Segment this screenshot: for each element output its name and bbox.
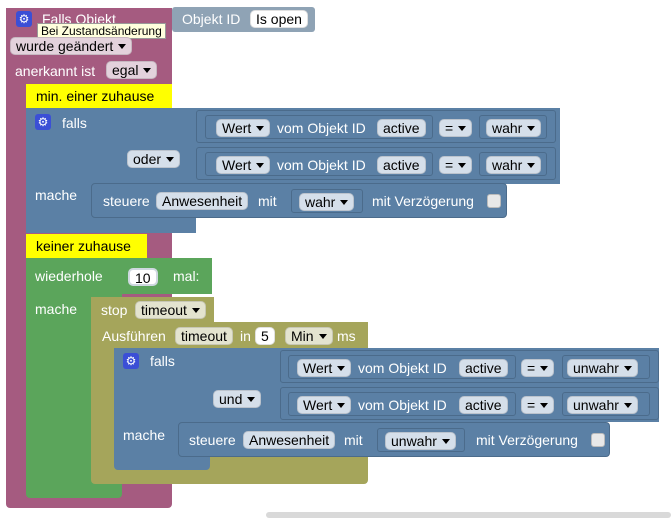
bool-dropdown[interactable]: unwahr bbox=[567, 359, 638, 377]
steuere-label: steuere bbox=[189, 432, 236, 448]
mit-label: mit bbox=[344, 432, 363, 448]
mache-label: mache bbox=[35, 301, 78, 317]
object-id-field[interactable]: active bbox=[377, 156, 426, 174]
operator-dropdown[interactable]: = bbox=[439, 156, 473, 174]
bool-dropdown[interactable]: wahr bbox=[299, 193, 355, 211]
objid-value-field[interactable]: Is open bbox=[250, 10, 308, 28]
mache-label: mache bbox=[35, 187, 78, 203]
vom-objekt-label: vom Objekt ID bbox=[277, 157, 366, 173]
falls-label: falls bbox=[62, 115, 87, 131]
object-id-field[interactable]: active bbox=[459, 359, 508, 377]
delay-value-field[interactable]: 5 bbox=[255, 327, 275, 345]
gear-icon[interactable]: ⚙ bbox=[35, 114, 51, 130]
exec-label: Ausführen bbox=[102, 328, 166, 344]
stop-label: stop bbox=[101, 302, 128, 318]
comment-1-text: min. einer zuhause bbox=[36, 88, 155, 104]
trigger-changed-dropdown[interactable]: wurde geändert bbox=[10, 37, 133, 55]
ms-label: ms bbox=[337, 328, 356, 344]
vom-objekt-label: vom Objekt ID bbox=[358, 397, 447, 413]
vom-objekt-label: vom Objekt ID bbox=[358, 360, 447, 376]
delay-label: mit Verzögerung bbox=[372, 193, 474, 209]
objid-label: Objekt ID bbox=[182, 11, 241, 27]
state-name-field[interactable]: Anwesenheit bbox=[243, 431, 336, 449]
gear-icon[interactable]: ⚙ bbox=[123, 353, 139, 369]
delay-label: mit Verzögerung bbox=[476, 432, 578, 448]
ack-dropdown[interactable]: egal bbox=[106, 61, 158, 79]
horizontal-scrollbar[interactable] bbox=[266, 512, 671, 518]
object-id-field[interactable]: active bbox=[459, 396, 508, 414]
operator-dropdown[interactable]: = bbox=[439, 119, 473, 137]
wert-dropdown[interactable]: Wert bbox=[297, 396, 352, 414]
repeat-label: wiederhole bbox=[35, 268, 103, 284]
falls-label: falls bbox=[150, 353, 175, 369]
repeat-suffix: mal: bbox=[173, 268, 200, 284]
repeat-count-field[interactable]: 10 bbox=[128, 268, 158, 286]
wert-dropdown[interactable]: Wert bbox=[216, 156, 271, 174]
vom-objekt-label: vom Objekt ID bbox=[277, 120, 366, 136]
unit-dropdown[interactable]: Min bbox=[285, 327, 333, 345]
comment-2-text: keiner zuhause bbox=[36, 238, 131, 254]
timeout-name-dropdown[interactable]: timeout bbox=[135, 301, 206, 319]
operator-dropdown[interactable]: = bbox=[521, 359, 555, 377]
bool-dropdown[interactable]: wahr bbox=[486, 119, 542, 137]
mache-label: mache bbox=[123, 427, 166, 443]
timeout-name-field[interactable]: timeout bbox=[175, 327, 233, 345]
in-label: in bbox=[240, 328, 251, 344]
bool-dropdown[interactable]: unwahr bbox=[567, 396, 638, 414]
wert-dropdown[interactable]: Wert bbox=[216, 119, 271, 137]
bool-dropdown[interactable]: unwahr bbox=[385, 432, 456, 450]
object-id-field[interactable]: active bbox=[377, 119, 426, 137]
state-name-field[interactable]: Anwesenheit bbox=[156, 192, 249, 210]
gear-icon[interactable]: ⚙ bbox=[16, 11, 32, 27]
bool-dropdown[interactable]: wahr bbox=[486, 156, 542, 174]
delay-checkbox[interactable] bbox=[591, 433, 605, 447]
steuere-label: steuere bbox=[103, 193, 150, 209]
ack-label: anerkannt ist bbox=[15, 63, 96, 79]
und-dropdown[interactable]: und bbox=[213, 390, 262, 408]
oder-dropdown[interactable]: oder bbox=[127, 150, 181, 168]
wert-dropdown[interactable]: Wert bbox=[297, 359, 352, 377]
mit-label: mit bbox=[258, 193, 277, 209]
delay-checkbox[interactable] bbox=[487, 194, 501, 208]
operator-dropdown[interactable]: = bbox=[521, 396, 555, 414]
